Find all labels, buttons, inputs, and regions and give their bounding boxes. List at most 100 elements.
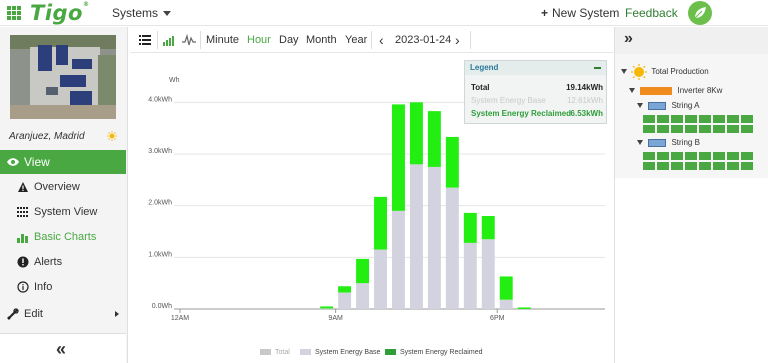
divider: [470, 31, 471, 49]
bar-base[interactable]: [338, 292, 352, 309]
tree-node-string-b[interactable]: String B: [637, 138, 700, 147]
solar-panel-icon[interactable]: [643, 162, 655, 170]
nav-item-alerts[interactable]: Alerts: [0, 250, 126, 275]
nav-view[interactable]: View: [0, 150, 126, 174]
legend-row-reclaimed[interactable]: System Energy Reclaimed 6.53kWh: [471, 109, 603, 118]
minimize-icon[interactable]: [594, 67, 601, 69]
double-chevron-right-icon[interactable]: »: [624, 30, 633, 48]
tigo-logo[interactable]: Tigo®: [30, 1, 89, 25]
solar-panel-icon[interactable]: [671, 125, 683, 133]
nav-item-info[interactable]: Info: [0, 275, 126, 300]
solar-panel-icon[interactable]: [699, 125, 711, 133]
solar-panel-icon[interactable]: [671, 115, 683, 123]
bottom-legend-total[interactable]: Total: [260, 349, 290, 356]
feedback-link[interactable]: Feedback: [625, 6, 678, 20]
bar-reclaimed[interactable]: [463, 212, 477, 243]
solar-panel-icon[interactable]: [741, 152, 753, 160]
solar-panel-icon[interactable]: [643, 125, 655, 133]
bar-chart-icon[interactable]: [163, 34, 175, 46]
collapse-sidebar-button[interactable]: «: [0, 333, 126, 363]
nav-item-basic-charts[interactable]: Basic Charts: [0, 225, 126, 250]
solar-panel-icon[interactable]: [685, 162, 697, 170]
solar-panel-icon[interactable]: [685, 115, 697, 123]
bar-base[interactable]: [374, 249, 387, 309]
info-circle-icon: [17, 281, 29, 293]
solar-panel-icon[interactable]: [741, 162, 753, 170]
bar-base[interactable]: [427, 166, 441, 309]
range-year[interactable]: Year: [345, 27, 367, 53]
nav-item-overview[interactable]: Overview: [0, 175, 126, 200]
solar-panel-icon[interactable]: [699, 115, 711, 123]
range-month[interactable]: Month: [306, 27, 337, 53]
solar-panel-icon[interactable]: [713, 162, 725, 170]
bar-base[interactable]: [499, 299, 513, 309]
solar-panel-icon[interactable]: [671, 152, 683, 160]
legend-row-total[interactable]: Total 19.14kWh: [471, 83, 603, 92]
bar-reclaimed[interactable]: [427, 111, 441, 167]
nav-item-system-view[interactable]: System View: [0, 200, 126, 225]
systems-dropdown[interactable]: Systems: [112, 6, 172, 20]
bar-reclaimed[interactable]: [499, 276, 513, 300]
solar-panel-icon[interactable]: [657, 125, 669, 133]
solar-panel-icon[interactable]: [657, 152, 669, 160]
bar-base[interactable]: [320, 308, 334, 309]
solar-panel-icon[interactable]: [727, 162, 739, 170]
solar-panel-icon[interactable]: [657, 162, 669, 170]
bar-base[interactable]: [463, 242, 477, 309]
range-day[interactable]: Day: [279, 27, 299, 53]
legend-row-base[interactable]: System Energy Base 12.61kWh: [471, 96, 603, 105]
bar-chart-icon: [17, 234, 28, 243]
bottom-legend-base[interactable]: System Energy Base: [300, 349, 380, 356]
solar-panel-icon[interactable]: [713, 125, 725, 133]
solar-panel-icon[interactable]: [713, 115, 725, 123]
bar-reclaimed[interactable]: [320, 306, 334, 309]
solar-panel-icon[interactable]: [727, 125, 739, 133]
tree-node-total-production[interactable]: Total Production: [621, 64, 709, 80]
bar-reclaimed[interactable]: [445, 136, 459, 188]
nav-view-label: View: [24, 155, 50, 169]
bar-reclaimed[interactable]: [356, 258, 370, 284]
apps-grid-icon[interactable]: [7, 6, 21, 20]
nav-edit[interactable]: Edit: [0, 302, 126, 326]
range-hour[interactable]: Hour: [247, 27, 271, 53]
bar-base[interactable]: [481, 239, 495, 309]
eye-icon: [7, 158, 19, 166]
solar-panel-icon[interactable]: [671, 162, 683, 170]
bar-base[interactable]: [356, 283, 370, 309]
bar-base[interactable]: [392, 210, 405, 309]
solar-panel-icon[interactable]: [727, 152, 739, 160]
range-minute[interactable]: Minute: [206, 27, 239, 53]
bar-reclaimed[interactable]: [517, 307, 531, 309]
line-chart-icon[interactable]: [182, 34, 196, 46]
bar-reclaimed[interactable]: [481, 216, 495, 240]
menu-list-icon[interactable]: [139, 34, 151, 46]
solar-panel-icon[interactable]: [699, 152, 711, 160]
solar-panel-icon[interactable]: [643, 115, 655, 123]
legend-label: Total: [471, 83, 490, 92]
bar-reclaimed[interactable]: [338, 286, 352, 293]
bar-reclaimed[interactable]: [409, 102, 423, 165]
tree-node-string-a[interactable]: String A: [637, 101, 699, 110]
next-date-button[interactable]: ›: [455, 27, 460, 53]
solar-panel-icon[interactable]: [685, 152, 697, 160]
bar-reclaimed[interactable]: [374, 196, 387, 250]
leaf-icon[interactable]: [688, 1, 712, 25]
prev-date-button[interactable]: ‹: [379, 27, 384, 53]
solar-panel-icon[interactable]: [657, 115, 669, 123]
solar-panel-icon[interactable]: [699, 162, 711, 170]
new-system-button[interactable]: + New System: [541, 6, 619, 20]
solar-panel-icon[interactable]: [685, 125, 697, 133]
bottom-legend-reclaimed[interactable]: System Energy Reclaimed: [385, 349, 482, 356]
solar-panel-icon[interactable]: [643, 152, 655, 160]
bar-base[interactable]: [409, 164, 423, 309]
solar-panel-icon[interactable]: [713, 152, 725, 160]
bar-base[interactable]: [445, 187, 459, 309]
solar-panel-icon[interactable]: [741, 125, 753, 133]
solar-panel-icon[interactable]: [727, 115, 739, 123]
tree-node-inverter[interactable]: Inverter 8Kw: [629, 86, 722, 95]
systems-label: Systems: [112, 6, 159, 20]
date-display[interactable]: 2023-01-24: [395, 27, 451, 53]
bar-reclaimed[interactable]: [392, 104, 405, 211]
system-tree: Total Production Inverter 8Kw String A S…: [615, 54, 768, 178]
solar-panel-icon[interactable]: [741, 115, 753, 123]
